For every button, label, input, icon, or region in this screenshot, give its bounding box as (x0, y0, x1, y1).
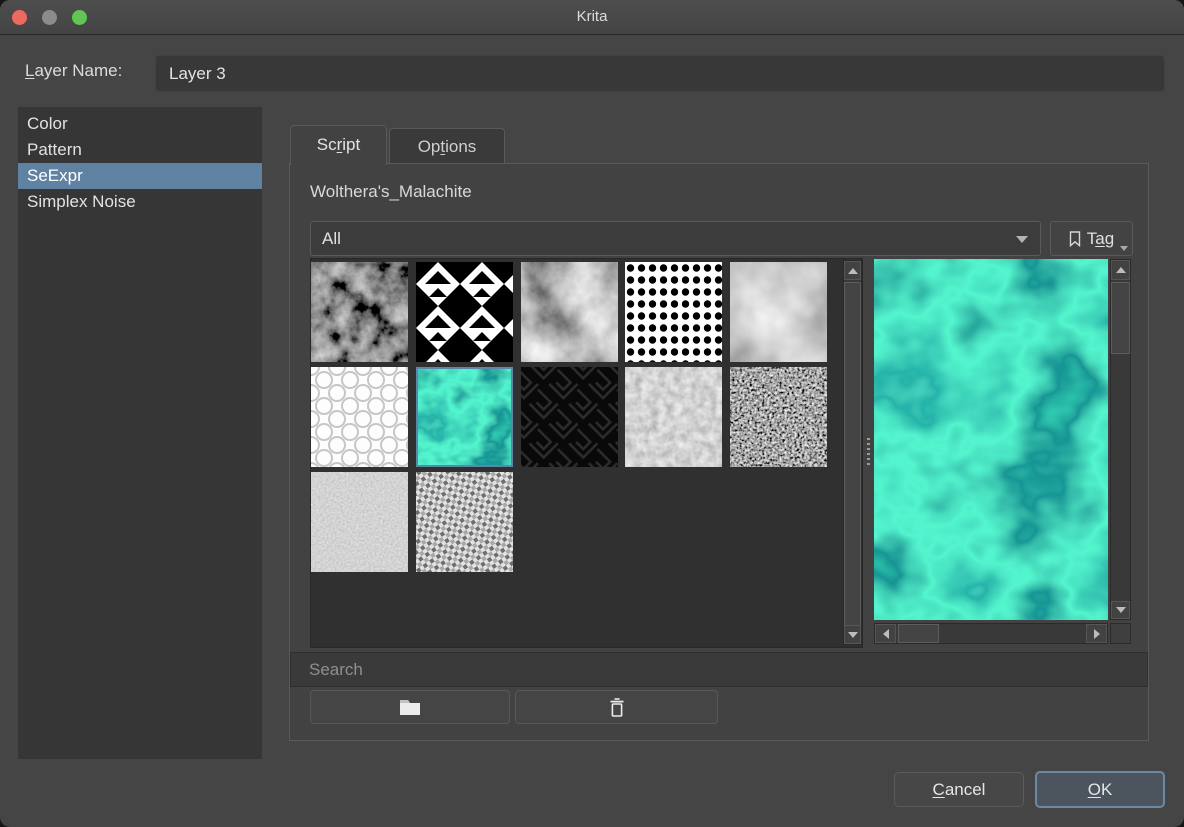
window-title: Krita (0, 0, 1184, 34)
pattern-thumbnail-selected[interactable] (416, 367, 513, 467)
grid-vertical-scrollbar[interactable] (843, 260, 862, 645)
arrow-down-icon (1116, 607, 1126, 613)
search-input[interactable] (290, 652, 1148, 687)
pattern-thumbnail[interactable] (625, 367, 722, 467)
scrollbar-corner (1110, 623, 1131, 644)
pattern-thumbnail[interactable] (730, 367, 827, 467)
generator-type-list: Color Pattern SeExpr Simplex Noise (18, 107, 262, 759)
arrow-down-icon (848, 632, 858, 638)
cancel-button[interactable]: Cancel (894, 772, 1024, 807)
arrow-left-icon (883, 629, 889, 639)
arrow-up-icon (1116, 267, 1126, 273)
tag-button[interactable]: Tag (1050, 221, 1133, 256)
trash-icon (609, 697, 625, 718)
chevron-down-icon (1016, 236, 1028, 243)
krita-dialog-window: Krita Layer Name: Color Pattern SeExpr S… (0, 0, 1184, 827)
bookmark-icon (1069, 231, 1081, 247)
scroll-right-button[interactable] (1086, 624, 1107, 643)
scrollbar-thumb[interactable] (898, 624, 939, 643)
scroll-up-button[interactable] (844, 261, 861, 280)
pattern-grid (310, 258, 863, 648)
cancel-button-label: Cancel (933, 780, 986, 800)
ok-button[interactable]: OK (1035, 771, 1165, 808)
pattern-thumbnail[interactable] (521, 262, 618, 362)
splitter-handle[interactable] (863, 258, 874, 648)
pattern-thumbnail[interactable] (416, 472, 513, 572)
scroll-left-button[interactable] (875, 624, 896, 643)
folder-icon (398, 698, 422, 717)
tag-button-label: Tag (1087, 229, 1114, 249)
arrow-right-icon (1094, 629, 1100, 639)
pattern-thumbnail[interactable] (311, 262, 408, 362)
list-item-pattern[interactable]: Pattern (18, 137, 262, 163)
preview-horizontal-scrollbar[interactable] (874, 623, 1108, 644)
pattern-preview (874, 259, 1108, 620)
list-item-simplex-noise[interactable]: Simplex Noise (18, 189, 262, 215)
tag-filter-value: All (322, 229, 341, 248)
title-bar: Krita (0, 0, 1184, 35)
scroll-down-button[interactable] (1111, 601, 1130, 619)
tab-options[interactable]: Options (389, 128, 505, 165)
list-item-seexpr[interactable]: SeExpr (18, 163, 262, 189)
script-tab-panel: Wolthera's_Malachite All Tag (289, 163, 1149, 741)
arrow-up-icon (848, 268, 858, 274)
menu-arrow-icon (1120, 246, 1128, 251)
layer-name-input[interactable] (155, 55, 1165, 92)
pattern-thumbnail[interactable] (416, 262, 513, 362)
import-resource-button[interactable] (310, 690, 510, 724)
scroll-up-button[interactable] (1111, 260, 1130, 280)
tab-script[interactable]: Script (290, 125, 387, 165)
pattern-thumbnail[interactable] (311, 472, 408, 572)
selected-resource-name: Wolthera's_Malachite (310, 182, 472, 202)
tag-filter-dropdown[interactable]: All (310, 221, 1041, 256)
delete-resource-button[interactable] (515, 690, 718, 724)
pattern-thumbnail[interactable] (311, 367, 408, 467)
ok-button-label: OK (1088, 780, 1113, 800)
pattern-thumbnail[interactable] (521, 367, 618, 467)
pattern-thumbnail[interactable] (730, 262, 827, 362)
layer-name-label: Layer Name: (25, 61, 122, 81)
scrollbar-thumb[interactable] (844, 282, 861, 626)
preview-vertical-scrollbar[interactable] (1110, 259, 1131, 620)
scroll-down-button[interactable] (844, 625, 861, 644)
pattern-chooser (310, 258, 1132, 648)
pattern-thumbnail[interactable] (625, 262, 722, 362)
list-item-color[interactable]: Color (18, 111, 262, 137)
scrollbar-thumb[interactable] (1111, 282, 1130, 354)
splitter-dots-icon (867, 438, 870, 465)
